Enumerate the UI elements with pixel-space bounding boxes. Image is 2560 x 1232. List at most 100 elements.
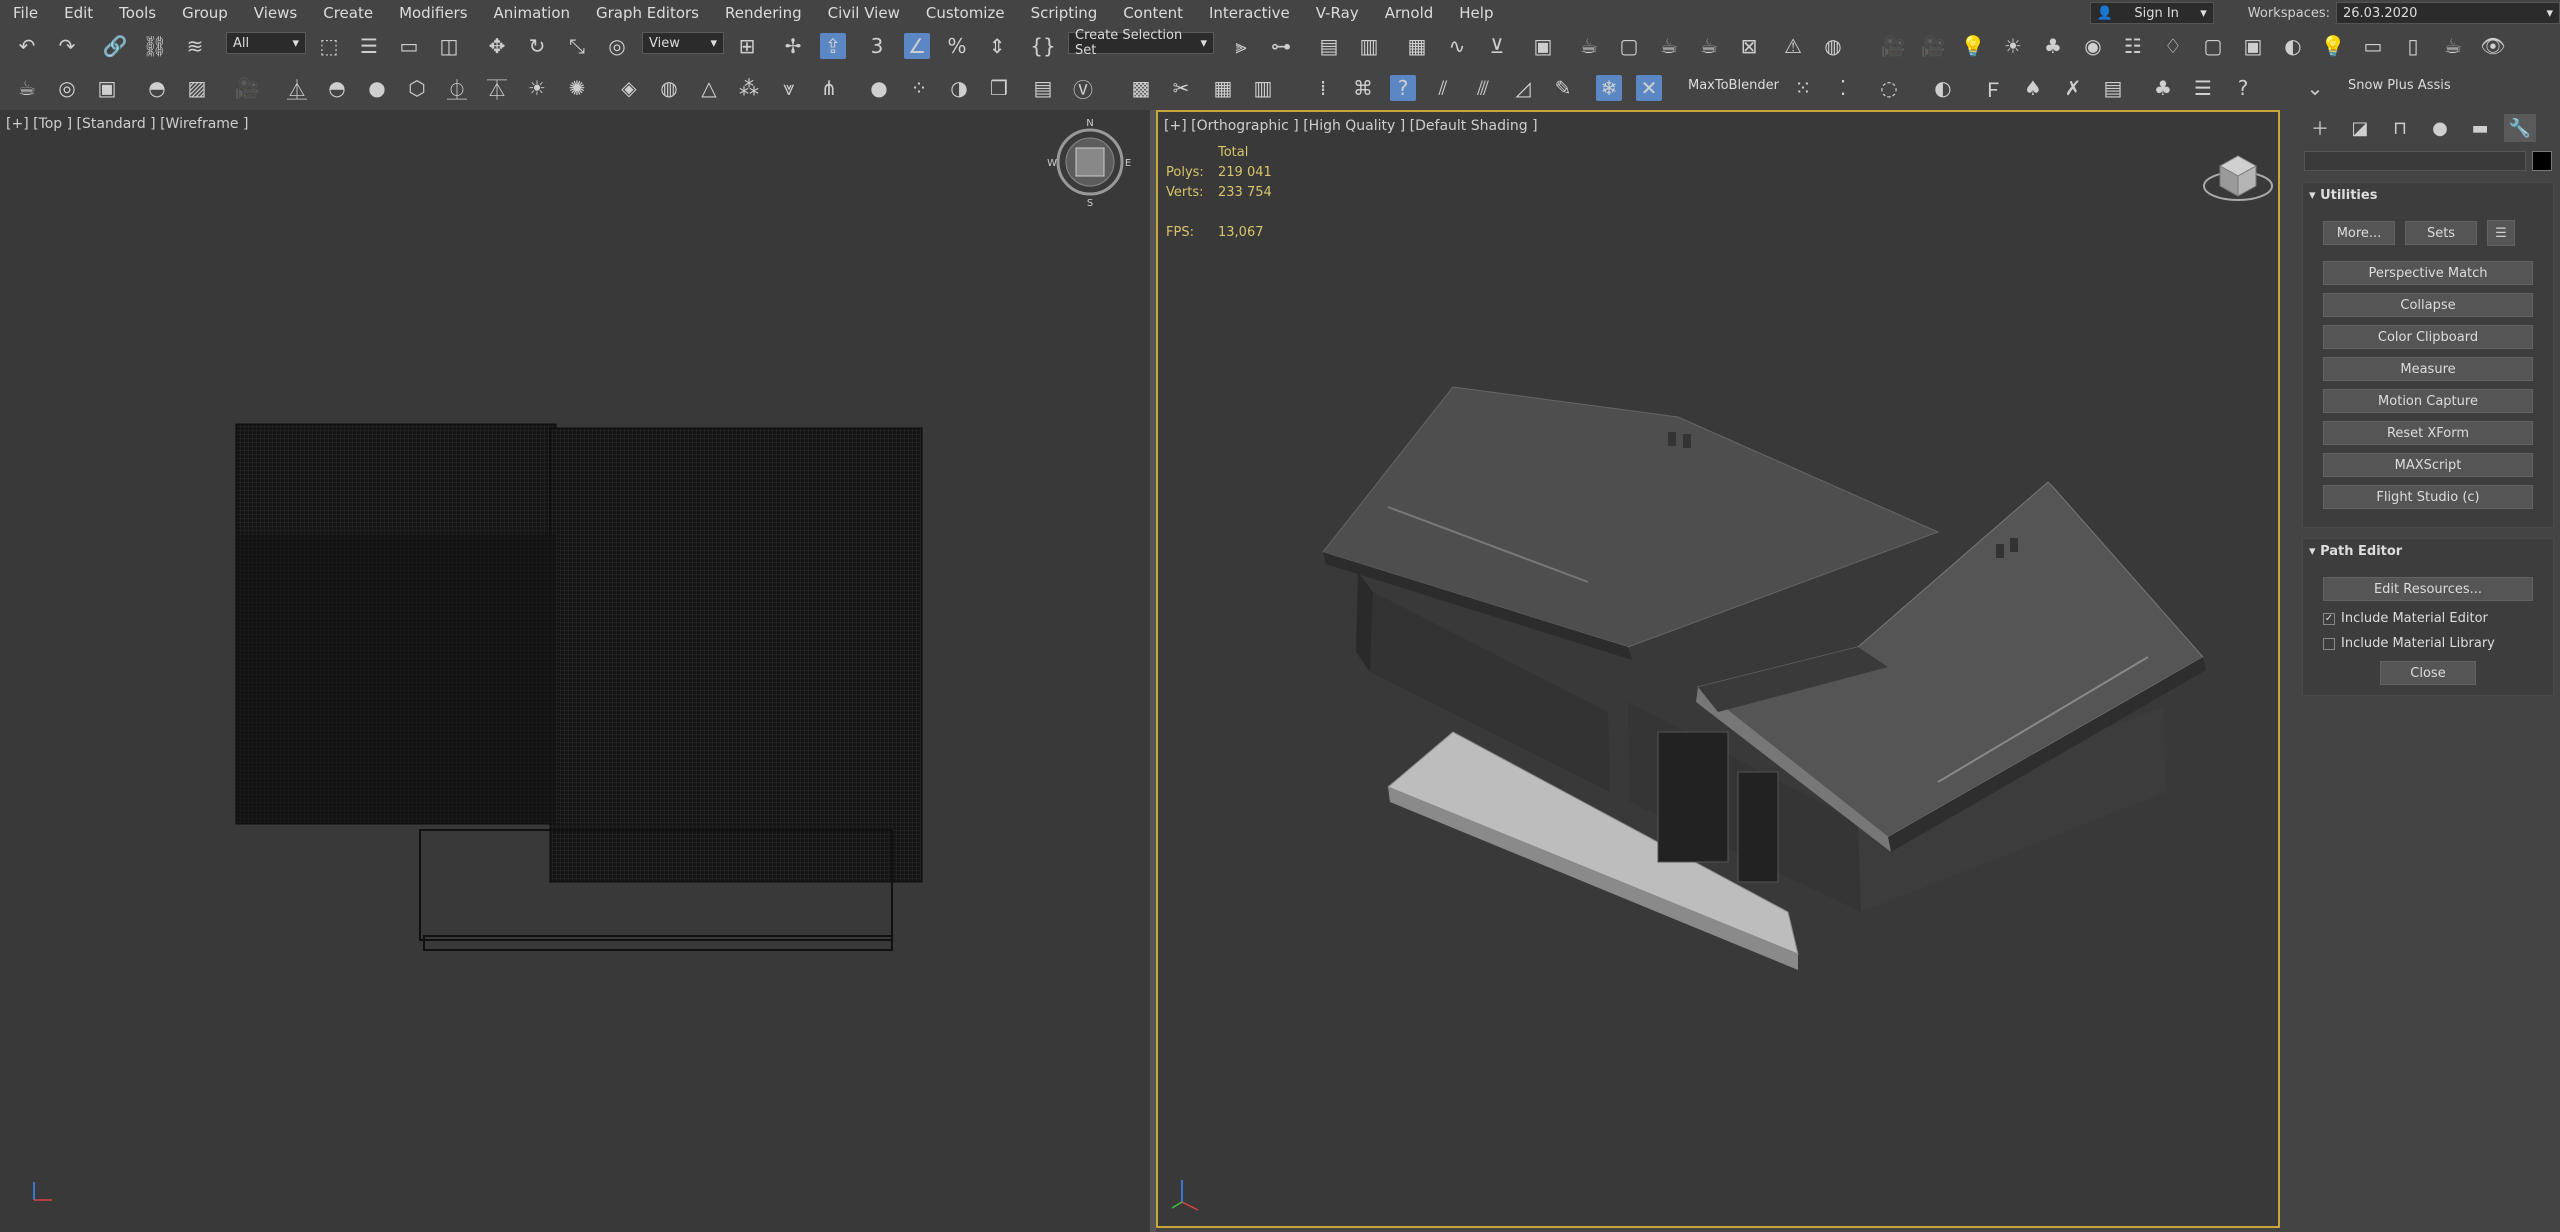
material-editor-icon[interactable]: ▣ [1530, 33, 1556, 59]
toggle-scene-explorer-icon[interactable]: ▤ [1316, 33, 1342, 59]
shell-icon[interactable]: ◓ [144, 75, 170, 101]
reference-coordinate-dropdown[interactable]: View ▾ [642, 32, 724, 54]
forest-icon[interactable]: ♣ [2150, 75, 2176, 101]
color-clipboard-button[interactable]: Color Clipboard [2323, 325, 2533, 349]
render-teapot-icon[interactable]: ☕ [1696, 33, 1722, 59]
snow-plus-assist-label[interactable]: Snow Plus Assis [2348, 78, 2451, 93]
undo-icon[interactable]: ↶ [14, 33, 40, 59]
hierarchy-tab-icon[interactable]: ⊓ [2384, 114, 2416, 142]
eye-icon[interactable]: 👁 [2480, 33, 2506, 59]
panel-icon[interactable]: ▯ [2400, 33, 2426, 59]
material-multi-icon[interactable]: ⁘ [906, 75, 932, 101]
warning-icon[interactable]: ⚠ [1780, 33, 1806, 59]
menu-scripting[interactable]: Scripting [1018, 0, 1111, 26]
menu-modifiers[interactable]: Modifiers [386, 0, 480, 26]
select-by-name-icon[interactable]: ☰ [356, 33, 382, 59]
bind-space-warp-icon[interactable]: ≋ [182, 33, 208, 59]
dashed-circle-icon[interactable]: ◌ [1876, 75, 1902, 101]
query-tool-icon[interactable]: ⌘ [1350, 75, 1376, 101]
menu-tools[interactable]: Tools [106, 0, 169, 26]
utilities-tab-wrench-icon[interactable]: 🔧 [2504, 114, 2536, 142]
grass-icon[interactable]: ⩔ [776, 75, 802, 101]
named-selection-icon[interactable]: {} [1030, 33, 1056, 59]
asset-icon[interactable]: ▤ [1030, 75, 1056, 101]
create-tab-plus-icon[interactable]: ＋ [2304, 114, 2336, 142]
include-material-editor-checkbox[interactable]: ✓ Include Material Editor [2323, 611, 2533, 626]
fp-icon[interactable]: Ｆ [1980, 75, 2006, 102]
sphere-light-icon[interactable]: ● [364, 75, 390, 101]
snap-toggle-icon[interactable]: 3 [864, 33, 890, 59]
flight-studio-button[interactable]: Flight Studio (c) [2323, 485, 2533, 509]
dome-light-icon[interactable]: ◓ [324, 75, 350, 101]
angle-snap-icon[interactable]: ∠ [904, 33, 930, 59]
menu-create[interactable]: Create [310, 0, 386, 26]
viewport-top[interactable]: [+] [Top ] [Standard ] [Wireframe ] N W … [0, 110, 1150, 1232]
brush-tool-icon[interactable]: ✎ [1550, 75, 1576, 101]
curve-editor-icon[interactable]: ∿ [1444, 33, 1470, 59]
frame-buffer-icon[interactable]: ▢ [2200, 33, 2226, 59]
object-color-swatch[interactable] [2532, 151, 2552, 171]
object-name-field[interactable] [2304, 151, 2526, 171]
vray-v-icon[interactable]: Ⓥ [1070, 75, 1096, 102]
rc-icon[interactable]: ▩ [1128, 75, 1154, 101]
teapot-icon[interactable]: ☕ [14, 75, 40, 101]
window-crossing-icon[interactable]: ◫ [436, 33, 462, 59]
menu-interactive[interactable]: Interactive [1196, 0, 1303, 26]
spinner-snap-icon[interactable]: ⇕ [984, 33, 1010, 59]
menu-content[interactable]: Content [1110, 0, 1196, 26]
burst-light-icon[interactable]: ✺ [564, 75, 590, 101]
viewcube-perspective[interactable] [2203, 155, 2273, 201]
menu-help[interactable]: Help [1446, 0, 1506, 26]
workspaces-dropdown[interactable]: 26.03.2020 ▾ [2336, 2, 2560, 24]
menu-customize[interactable]: Customize [913, 0, 1018, 26]
sign-in-dropdown[interactable]: 👤 Sign In ▾ [2089, 2, 2214, 24]
sun-icon[interactable]: ☀ [2000, 33, 2026, 59]
bulb-icon[interactable]: 💡 [2320, 33, 2346, 59]
menu-animation[interactable]: Animation [481, 0, 583, 26]
menu-edit[interactable]: Edit [51, 0, 106, 26]
menu-group[interactable]: Group [169, 0, 241, 26]
geosphere-icon[interactable]: ⬡ [404, 75, 430, 101]
layers-icon[interactable]: ❒ [986, 75, 1012, 101]
percent-snap-icon[interactable]: % [944, 33, 970, 59]
collapse-button[interactable]: Collapse [2323, 293, 2533, 317]
snowflake-icon[interactable]: ❄ [1596, 75, 1622, 101]
tree-green-icon[interactable]: ♠ [2020, 75, 2046, 101]
menu-graph-editors[interactable]: Graph Editors [583, 0, 712, 26]
menu-file[interactable]: File [0, 0, 51, 26]
place-icon[interactable]: ◎ [604, 33, 630, 59]
selection-filter-dropdown[interactable]: All ▾ [226, 32, 306, 54]
include-material-library-checkbox[interactable]: Include Material Library [2323, 636, 2533, 651]
configure-sets-icon[interactable]: ☰ [2487, 220, 2515, 246]
steam-icon[interactable]: ◐ [1930, 75, 1956, 101]
sun-light-icon[interactable]: ☀ [524, 75, 550, 101]
create-selection-set-dropdown[interactable]: Create Selection Set ▾ [1068, 28, 1214, 58]
rendered-frame-window-icon[interactable]: ▢ [1616, 33, 1642, 59]
vray-logo-icon[interactable]: ◉ [2080, 33, 2106, 59]
vray-camera-icon[interactable]: 🎥 [1920, 33, 1946, 59]
schematic-view-icon[interactable]: ⊻ [1484, 33, 1510, 59]
select-object-icon[interactable]: ⬚ [316, 33, 342, 59]
dotted-grid-icon[interactable]: ⁙ [1790, 75, 1816, 101]
mesh-icon[interactable]: ▨ [184, 75, 210, 101]
edit-resources-button[interactable]: Edit Resources... [2323, 577, 2533, 601]
motion-capture-button[interactable]: Motion Capture [2323, 389, 2533, 413]
sphere-proxy-icon[interactable]: ◍ [656, 75, 682, 101]
pivot-center-icon[interactable]: ⊞ [734, 33, 760, 59]
toggle-layer-explorer-icon[interactable]: ▥ [1356, 33, 1382, 59]
sets-button[interactable]: Sets [2405, 221, 2477, 245]
list-yellow-icon[interactable]: ☰ [2190, 75, 2216, 101]
lamp-icon[interactable]: ♢ [2160, 33, 2186, 59]
dotted-select-icon[interactable]: ⁞ [1310, 75, 1336, 101]
select-manipulate-icon[interactable]: ✢ [780, 33, 806, 59]
fur-icon[interactable]: ⋔ [816, 75, 842, 101]
light-icon[interactable]: 💡 [1960, 33, 1986, 59]
rect-selection-icon[interactable]: ▭ [396, 33, 422, 59]
teapot-icon[interactable]: ☕ [2440, 33, 2466, 59]
display-tab-icon[interactable]: ▬ [2464, 114, 2496, 142]
tool-x-icon[interactable]: ✗ [2060, 75, 2086, 101]
query-active-icon[interactable]: ? [1390, 75, 1416, 101]
dotted-bar-icon[interactable]: ⁚ [1830, 75, 1856, 101]
box-icon[interactable]: ▣ [94, 75, 120, 101]
torus-icon[interactable]: ◎ [54, 75, 80, 101]
